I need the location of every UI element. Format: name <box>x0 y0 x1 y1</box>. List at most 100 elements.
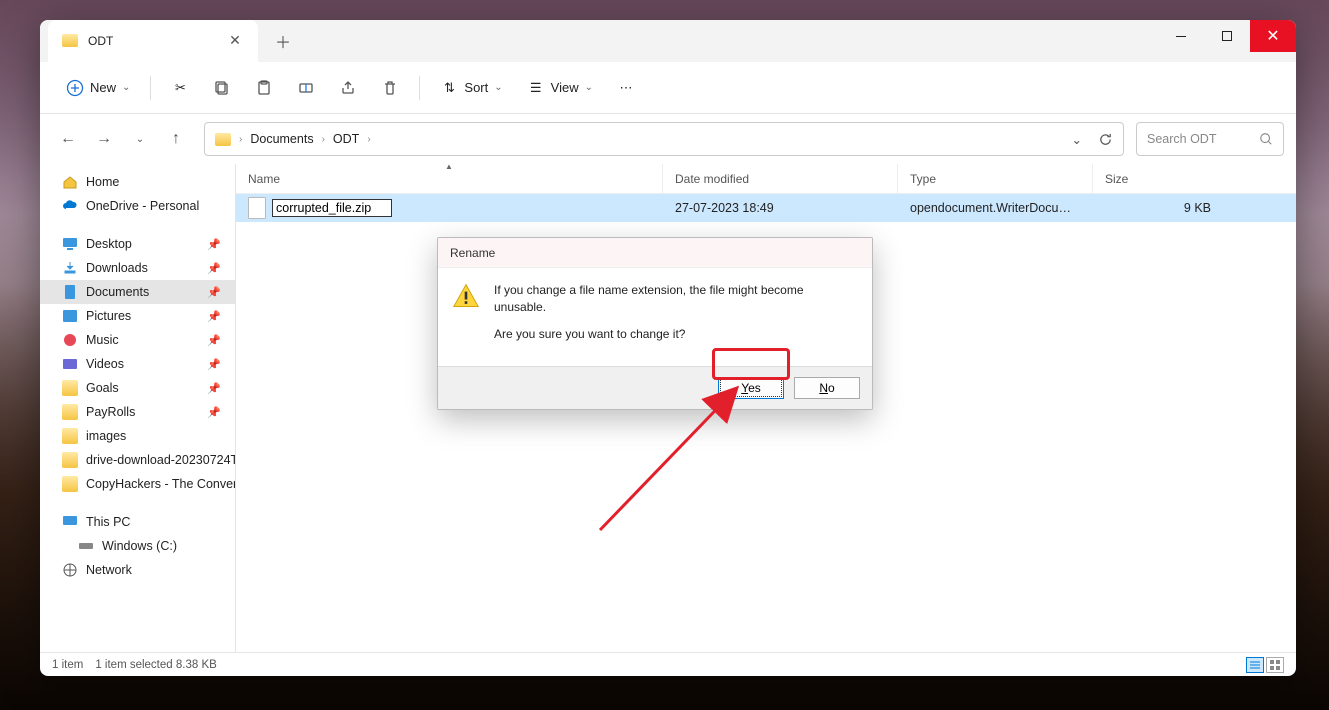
sidebar-thispc[interactable]: This PC <box>40 510 235 534</box>
tab-title: ODT <box>88 34 176 48</box>
sidebar-goals[interactable]: Goals📌 <box>40 376 235 400</box>
titlebar: ODT ✕ ＋ ✕ <box>40 20 1296 62</box>
chevron-down-icon: ⌄ <box>122 82 130 93</box>
maximize-button[interactable] <box>1204 20 1250 52</box>
sidebar-documents[interactable]: Documents📌 <box>40 280 235 304</box>
up-button[interactable]: ↑ <box>160 123 192 155</box>
new-button[interactable]: New ⌄ <box>56 70 140 106</box>
file-type: opendocument.WriterDocumen... <box>898 201 1093 215</box>
folder-icon <box>215 133 231 146</box>
folder-icon <box>62 404 78 420</box>
share-button[interactable] <box>329 70 367 106</box>
share-icon <box>339 79 357 97</box>
address-bar[interactable]: › Documents › ODT › ⌄ <box>204 122 1124 156</box>
recent-button[interactable]: ⌄ <box>124 123 156 155</box>
col-name[interactable]: Name▲ <box>236 164 663 193</box>
pin-icon: 📌 <box>207 286 221 299</box>
sidebar-pictures[interactable]: Pictures📌 <box>40 304 235 328</box>
nav-row: ← → ⌄ ↑ › Documents › ODT › ⌄ Search ODT <box>40 114 1296 164</box>
plus-circle-icon <box>66 79 84 97</box>
sidebar: Home OneDrive - Personal Desktop📌 Downlo… <box>40 164 236 652</box>
status-count: 1 item <box>52 659 83 671</box>
view-icon: ☰ <box>527 79 545 97</box>
sidebar-music[interactable]: Music📌 <box>40 328 235 352</box>
file-icon <box>248 197 266 219</box>
close-tab-icon[interactable]: ✕ <box>226 32 244 50</box>
back-button[interactable]: ← <box>52 123 84 155</box>
rename-input[interactable] <box>272 199 392 217</box>
icons-view-button[interactable] <box>1266 657 1284 673</box>
cloud-icon <box>62 198 78 214</box>
sidebar-payrolls[interactable]: PayRolls📌 <box>40 400 235 424</box>
refresh-button[interactable] <box>1098 132 1113 147</box>
sidebar-images[interactable]: images <box>40 424 235 448</box>
sidebar-desktop[interactable]: Desktop📌 <box>40 232 235 256</box>
yes-button[interactable]: Yes <box>718 377 784 399</box>
pin-icon: 📌 <box>207 382 221 395</box>
scissors-icon: ✂ <box>171 79 189 97</box>
pc-icon <box>62 514 78 530</box>
history-dropdown-icon[interactable]: ⌄ <box>1072 132 1082 147</box>
cut-button[interactable]: ✂ <box>161 70 199 106</box>
breadcrumb-documents[interactable]: Documents <box>250 132 313 146</box>
sidebar-windows-c[interactable]: Windows (C:) <box>40 534 235 558</box>
ellipsis-icon: ⋯ <box>617 79 635 97</box>
chevron-down-icon: ⌄ <box>494 82 502 93</box>
rename-dialog: Rename If you change a file name extensi… <box>437 237 873 410</box>
rename-button[interactable] <box>287 70 325 106</box>
folder-icon <box>62 452 78 468</box>
no-button[interactable]: No <box>794 377 860 399</box>
pictures-icon <box>62 308 78 324</box>
dialog-line2: Are you sure you want to change it? <box>494 326 856 343</box>
chevron-down-icon: ⌄ <box>585 82 593 93</box>
desktop-icon <box>62 236 78 252</box>
file-size: 9 KB <box>1093 201 1223 215</box>
col-size[interactable]: Size <box>1093 164 1223 193</box>
file-date: 27-07-2023 18:49 <box>663 201 898 215</box>
copy-icon <box>213 79 231 97</box>
details-view-button[interactable] <box>1246 657 1264 673</box>
pin-icon: 📌 <box>207 406 221 419</box>
copy-button[interactable] <box>203 70 241 106</box>
sort-icon: ⇅ <box>440 79 458 97</box>
sidebar-network[interactable]: Network <box>40 558 235 582</box>
status-selected: 1 item selected 8.38 KB <box>95 659 216 671</box>
search-icon <box>1259 132 1273 146</box>
pin-icon: 📌 <box>207 358 221 371</box>
minimize-button[interactable] <box>1158 20 1204 52</box>
folder-icon <box>62 428 78 444</box>
trash-icon <box>381 79 399 97</box>
col-date[interactable]: Date modified <box>663 164 898 193</box>
sort-asc-icon: ▲ <box>445 164 453 171</box>
home-icon <box>62 174 78 190</box>
sidebar-home[interactable]: Home <box>40 170 235 194</box>
sidebar-downloads[interactable]: Downloads📌 <box>40 256 235 280</box>
sidebar-videos[interactable]: Videos📌 <box>40 352 235 376</box>
forward-button[interactable]: → <box>88 123 120 155</box>
tab-odt[interactable]: ODT ✕ <box>48 20 258 62</box>
sidebar-copyhackers[interactable]: CopyHackers - The Conversi <box>40 472 235 496</box>
download-icon <box>62 260 78 276</box>
dialog-line1: If you change a file name extension, the… <box>494 282 856 316</box>
close-window-button[interactable]: ✕ <box>1250 20 1296 52</box>
sort-button[interactable]: ⇅Sort⌄ <box>430 70 512 106</box>
paste-button[interactable] <box>245 70 283 106</box>
video-icon <box>62 356 78 372</box>
pin-icon: 📌 <box>207 238 221 251</box>
document-icon <box>62 284 78 300</box>
more-button[interactable]: ⋯ <box>607 70 645 106</box>
col-type[interactable]: Type <box>898 164 1093 193</box>
file-row[interactable]: 27-07-2023 18:49 opendocument.WriterDocu… <box>236 194 1296 222</box>
pin-icon: 📌 <box>207 310 221 323</box>
breadcrumb-odt[interactable]: ODT <box>333 132 359 146</box>
delete-button[interactable] <box>371 70 409 106</box>
sidebar-onedrive[interactable]: OneDrive - Personal <box>40 194 235 218</box>
view-button[interactable]: ☰View⌄ <box>517 70 603 106</box>
search-input[interactable]: Search ODT <box>1136 122 1284 156</box>
column-headers: Name▲ Date modified Type Size <box>236 164 1296 194</box>
new-tab-button[interactable]: ＋ <box>266 25 300 57</box>
pin-icon: 📌 <box>207 262 221 275</box>
sidebar-drivedl[interactable]: drive-download-20230724T <box>40 448 235 472</box>
status-bar: 1 item 1 item selected 8.38 KB <box>40 652 1296 676</box>
network-icon <box>62 562 78 578</box>
